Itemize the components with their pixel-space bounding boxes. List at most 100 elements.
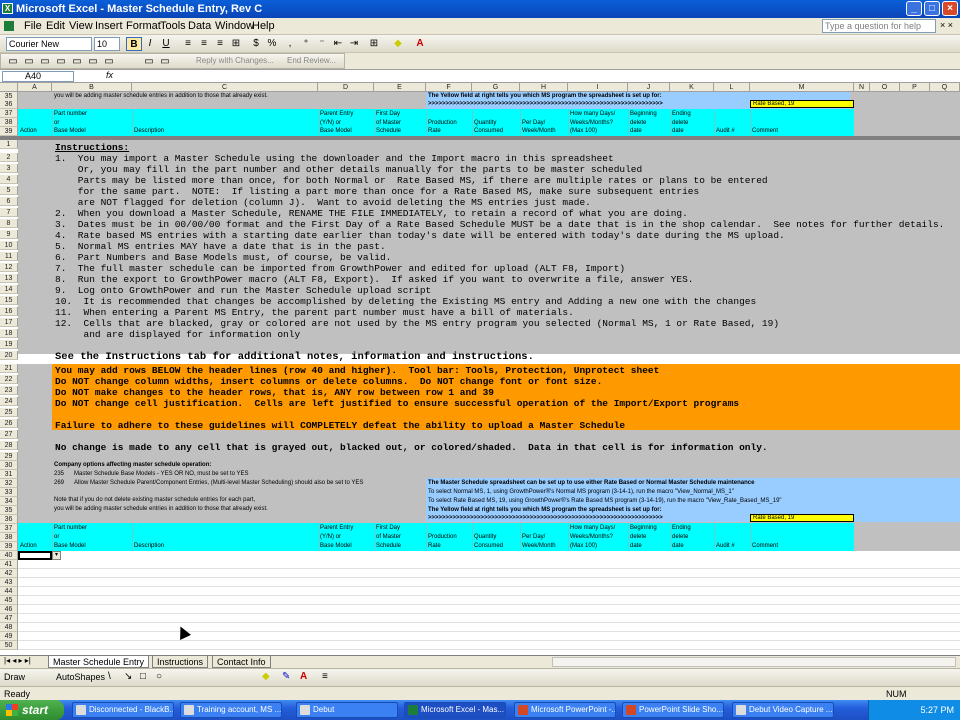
system-tray: 5:27 PM bbox=[868, 700, 960, 720]
menu-tools[interactable]: Tools bbox=[160, 20, 186, 32]
fill-color-icon[interactable]: ◆ bbox=[390, 37, 406, 51]
close-button[interactable]: × bbox=[942, 1, 958, 16]
select-all-corner[interactable] bbox=[0, 83, 18, 92]
menu-bar: File Edit View Insert Format Tools Data … bbox=[0, 18, 960, 35]
align-right-icon[interactable]: ≡ bbox=[212, 37, 228, 51]
column-header-f[interactable]: F bbox=[426, 83, 472, 92]
column-header-c[interactable]: C bbox=[132, 83, 318, 92]
merge-center-icon[interactable]: ⊞ bbox=[228, 37, 244, 51]
draw-menu-button[interactable]: Draw bbox=[4, 672, 25, 682]
line-style-icon[interactable]: ≡ bbox=[322, 671, 328, 682]
column-header-g[interactable]: G bbox=[472, 83, 520, 92]
tab-instructions[interactable]: Instructions bbox=[152, 656, 209, 668]
menu-window[interactable]: Window bbox=[215, 20, 254, 32]
rate-based-cell-top[interactable]: Rate Based, 19 bbox=[750, 100, 854, 108]
menu-insert[interactable]: Insert bbox=[95, 20, 123, 32]
align-center-icon[interactable]: ≡ bbox=[196, 37, 212, 51]
fill-color-draw-icon[interactable]: ◆ bbox=[262, 671, 270, 682]
reply-with-changes-button[interactable]: Reply with Changes... bbox=[196, 56, 274, 65]
new-icon[interactable]: ▭ bbox=[5, 55, 21, 69]
task-debut[interactable]: Debut bbox=[296, 702, 398, 718]
font-color-draw-icon[interactable]: A bbox=[300, 671, 307, 682]
task-powerpoint[interactable]: Microsoft PowerPoint -... bbox=[514, 702, 616, 718]
spell-icon[interactable]: ▭ bbox=[85, 55, 101, 69]
horizontal-scrollbar[interactable] bbox=[552, 657, 956, 667]
empty-rows[interactable] bbox=[18, 560, 960, 655]
bold-button[interactable]: B bbox=[126, 37, 142, 51]
borders-icon[interactable]: ⊞ bbox=[366, 37, 382, 51]
comma-icon[interactable]: , bbox=[282, 37, 298, 51]
workbook-icon[interactable] bbox=[4, 21, 14, 31]
sheet-tabs-bar: |◂ ◂ ▸ ▸| Master Schedule Entry Instruct… bbox=[0, 655, 960, 668]
tab-master-schedule-entry[interactable]: Master Schedule Entry bbox=[48, 656, 150, 668]
task-blackberry[interactable]: Disconnected - BlackB... bbox=[72, 702, 174, 718]
menu-data[interactable]: Data bbox=[188, 20, 211, 32]
autoshapes-menu-button[interactable]: AutoShapes bbox=[56, 672, 105, 682]
align-left-icon[interactable]: ≡ bbox=[180, 37, 196, 51]
column-header-b[interactable]: B bbox=[52, 83, 132, 92]
font-size-select[interactable]: 10 bbox=[94, 37, 120, 51]
decrease-indent-icon[interactable]: ⇤ bbox=[330, 37, 346, 51]
column-header-q[interactable]: Q bbox=[930, 83, 960, 92]
rate-based-cell[interactable]: Rate Based, 19 bbox=[750, 514, 854, 522]
font-name-select[interactable]: Courier New bbox=[6, 37, 92, 51]
task-slideshow[interactable]: PowerPoint Slide Sho... bbox=[622, 702, 724, 718]
tab-scroll-arrows-icon[interactable]: |◂ ◂ ▸ ▸| bbox=[4, 656, 31, 665]
dropdown-arrow-icon[interactable]: ▾ bbox=[52, 551, 61, 560]
font-color-icon[interactable]: A bbox=[412, 37, 428, 51]
column-header-m[interactable]: M bbox=[750, 83, 854, 92]
column-header-k[interactable]: K bbox=[670, 83, 714, 92]
task-debut-capture[interactable]: Debut Video Capture ... bbox=[732, 702, 834, 718]
increase-decimal-icon[interactable]: ⁺ bbox=[298, 37, 314, 51]
print-icon[interactable]: ▭ bbox=[53, 55, 69, 69]
track-icon[interactable]: ▭ bbox=[157, 55, 173, 69]
line-color-icon[interactable]: ✎ bbox=[282, 671, 290, 682]
underline-button[interactable]: U bbox=[158, 37, 174, 51]
reviewing-toolbar: ▭ ▭ ▭ ▭ ▭ ▭ ▭ ▭ ▭ Reply with Changes... … bbox=[0, 53, 345, 69]
rectangle-icon[interactable]: □ bbox=[140, 671, 146, 682]
column-header-l[interactable]: L bbox=[714, 83, 750, 92]
column-header-n[interactable]: N bbox=[854, 83, 870, 92]
minimize-button[interactable]: _ bbox=[906, 1, 922, 16]
oval-icon[interactable]: ○ bbox=[156, 671, 162, 682]
start-button[interactable]: start bbox=[0, 700, 64, 720]
column-header-o[interactable]: O bbox=[870, 83, 900, 92]
window-title: Microsoft Excel - Master Schedule Entry,… bbox=[16, 3, 263, 15]
column-header-d[interactable]: D bbox=[318, 83, 374, 92]
formula-input[interactable] bbox=[120, 71, 956, 82]
menu-edit[interactable]: Edit bbox=[46, 20, 65, 32]
end-review-button[interactable]: End Review... bbox=[287, 56, 336, 65]
name-box[interactable]: A40 bbox=[2, 71, 74, 82]
menu-view[interactable]: View bbox=[69, 20, 93, 32]
line-icon[interactable]: \ bbox=[108, 671, 111, 682]
italic-button[interactable]: I bbox=[142, 37, 158, 51]
column-header-p[interactable]: P bbox=[900, 83, 930, 92]
comment-icon[interactable]: ▭ bbox=[141, 55, 157, 69]
open-icon[interactable]: ▭ bbox=[21, 55, 37, 69]
column-header-i[interactable]: I bbox=[568, 83, 628, 92]
increase-indent-icon[interactable]: ⇥ bbox=[346, 37, 362, 51]
decrease-decimal-icon[interactable]: ⁻ bbox=[314, 37, 330, 51]
menu-help[interactable]: Help bbox=[252, 20, 275, 32]
maximize-button[interactable]: □ bbox=[924, 1, 940, 16]
column-header-a[interactable]: A bbox=[18, 83, 52, 92]
task-excel[interactable]: Microsoft Excel - Mas... bbox=[404, 702, 506, 718]
spreadsheet-grid[interactable]: A B C D E F G H I J K L M N O P Q you wi… bbox=[0, 83, 960, 655]
menu-format[interactable]: Format bbox=[126, 20, 161, 32]
selected-cell-a40[interactable] bbox=[18, 551, 52, 560]
currency-button[interactable]: $ bbox=[248, 37, 264, 51]
preview-icon[interactable]: ▭ bbox=[69, 55, 85, 69]
column-header-e[interactable]: E bbox=[374, 83, 426, 92]
percent-button[interactable]: % bbox=[264, 37, 280, 51]
arrow-icon[interactable]: ↘ bbox=[124, 671, 132, 682]
doc-close-icon[interactable]: × × bbox=[940, 20, 953, 30]
menu-file[interactable]: File bbox=[24, 20, 42, 32]
tab-contact-info[interactable]: Contact Info bbox=[212, 656, 271, 668]
column-header-h[interactable]: H bbox=[520, 83, 568, 92]
research-icon[interactable]: ▭ bbox=[101, 55, 117, 69]
column-header-j[interactable]: J bbox=[628, 83, 670, 92]
task-training-account[interactable]: Training account, MS ... bbox=[180, 702, 282, 718]
fx-icon[interactable]: fx bbox=[106, 70, 113, 80]
save-icon[interactable]: ▭ bbox=[37, 55, 53, 69]
help-search-input[interactable]: Type a question for help bbox=[822, 19, 936, 33]
